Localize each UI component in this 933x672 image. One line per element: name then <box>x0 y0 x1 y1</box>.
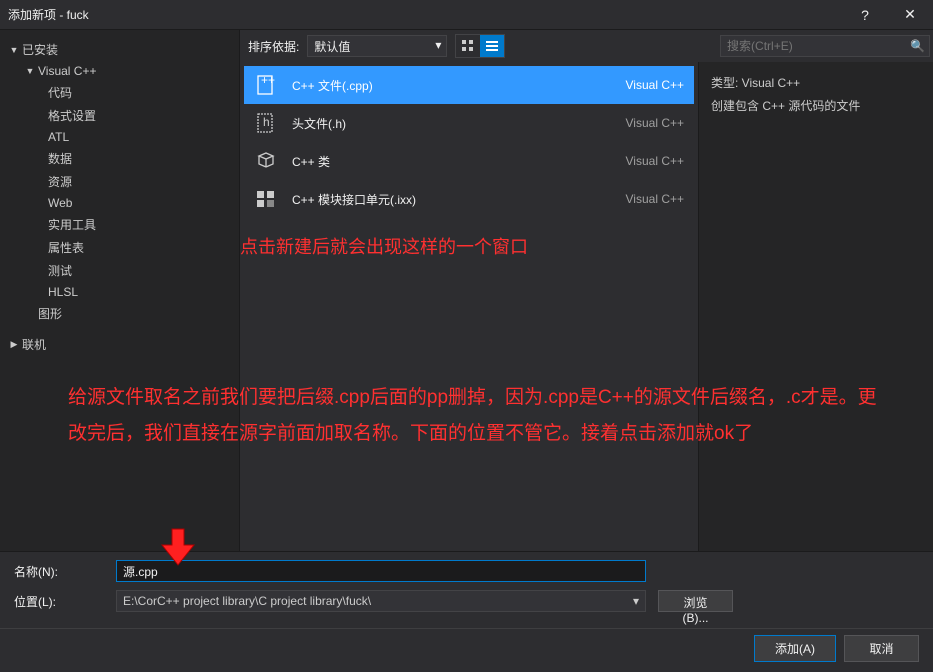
tree-label: 图形 <box>38 305 62 322</box>
template-item-class[interactable]: C++ 类 Visual C++ <box>244 142 694 180</box>
details-panel: 类型: Visual C++ 创建包含 C++ 源代码的文件 <box>698 62 933 551</box>
tree-online[interactable]: ▶ 联机 <box>0 333 239 356</box>
location-dropdown[interactable]: E:\CorC++ project library\C project libr… <box>116 590 646 612</box>
details-desc: 创建包含 C++ 源代码的文件 <box>711 97 921 114</box>
template-name: C++ 模块接口单元(.ixx) <box>292 191 612 208</box>
tree-item-property-sheet[interactable]: 属性表 <box>0 236 239 259</box>
template-name: C++ 文件(.cpp) <box>292 77 612 94</box>
tree-label: 已安装 <box>22 41 58 58</box>
template-name: 头文件(.h) <box>292 115 612 132</box>
cpp-file-icon: ++ <box>254 73 278 97</box>
tree-visual-cpp[interactable]: ▼ Visual C++ <box>0 61 239 81</box>
tree-item-code[interactable]: 代码 <box>0 81 239 104</box>
browse-button[interactable]: 浏览(B)... <box>658 590 733 612</box>
tree-installed[interactable]: ▼ 已安装 <box>0 38 239 61</box>
grid-icon <box>461 39 475 53</box>
cancel-button[interactable]: 取消 <box>844 635 919 662</box>
template-lang: Visual C++ <box>626 192 684 206</box>
view-list-button[interactable] <box>480 35 504 57</box>
view-grid-button[interactable] <box>456 35 480 57</box>
search-icon: 🔍 <box>910 39 925 53</box>
name-row: 名称(N): <box>14 560 919 582</box>
center-toolbar: 排序依据: 默认值 🔍 <box>240 30 933 62</box>
tree-label: Visual C++ <box>38 64 96 78</box>
sort-label: 排序依据: <box>248 38 299 55</box>
details-type: 类型: Visual C++ <box>711 74 921 91</box>
header-file-icon: h <box>254 111 278 135</box>
tree-item-resources[interactable]: 资源 <box>0 170 239 193</box>
footer-buttons: 添加(A) 取消 <box>0 628 933 672</box>
main-area: ▼ 已安装 ▼ Visual C++ 代码 格式设置 ATL 数据 资源 Web… <box>0 30 933 551</box>
help-button[interactable]: ? <box>850 7 880 23</box>
category-sidebar: ▼ 已安装 ▼ Visual C++ 代码 格式设置 ATL 数据 资源 Web… <box>0 30 240 551</box>
sort-dropdown[interactable]: 默认值 <box>307 35 447 57</box>
template-list: ++ C++ 文件(.cpp) Visual C++ h 头文件(.h) Vis… <box>240 62 698 551</box>
add-button[interactable]: 添加(A) <box>754 635 836 662</box>
class-icon <box>254 149 278 173</box>
template-lang: Visual C++ <box>626 116 684 130</box>
template-lang: Visual C++ <box>626 154 684 168</box>
search-wrapper: 🔍 <box>720 35 925 57</box>
window-controls: ? ✕ <box>850 6 925 23</box>
tree-item-data[interactable]: 数据 <box>0 147 239 170</box>
tree-item-format[interactable]: 格式设置 <box>0 104 239 127</box>
tree-item-test[interactable]: 测试 <box>0 259 239 282</box>
svg-text:++: ++ <box>261 74 275 87</box>
template-item-cpp[interactable]: ++ C++ 文件(.cpp) Visual C++ <box>244 66 694 104</box>
center-body: ++ C++ 文件(.cpp) Visual C++ h 头文件(.h) Vis… <box>240 62 933 551</box>
template-item-module[interactable]: C++ 模块接口单元(.ixx) Visual C++ <box>244 180 694 218</box>
bottom-form: 名称(N): 位置(L): E:\CorC++ project library\… <box>0 551 933 628</box>
tree-item-web[interactable]: Web <box>0 193 239 213</box>
template-lang: Visual C++ <box>626 78 684 92</box>
tree-item-utilities[interactable]: 实用工具 <box>0 213 239 236</box>
location-label: 位置(L): <box>14 593 104 610</box>
window-title: 添加新项 - fuck <box>8 6 850 23</box>
template-name: C++ 类 <box>292 153 612 170</box>
module-icon <box>254 187 278 211</box>
template-item-header[interactable]: h 头文件(.h) Visual C++ <box>244 104 694 142</box>
tree-item-hlsl[interactable]: HLSL <box>0 282 239 302</box>
close-button[interactable]: ✕ <box>895 6 925 23</box>
annotation-text-1: 点击新建后就会出现这样的一个窗口 <box>240 230 528 264</box>
tree-item-atl[interactable]: ATL <box>0 127 239 147</box>
search-input[interactable] <box>720 35 930 57</box>
name-label: 名称(N): <box>14 563 104 580</box>
tree-graphics[interactable]: 图形 <box>0 302 239 325</box>
tree-label: 联机 <box>22 336 46 353</box>
view-toggle <box>455 34 505 58</box>
title-bar: 添加新项 - fuck ? ✕ <box>0 0 933 30</box>
location-row: 位置(L): E:\CorC++ project library\C proje… <box>14 590 919 612</box>
list-icon <box>485 39 499 53</box>
svg-text:h: h <box>263 115 270 129</box>
chevron-down-icon: ▼ <box>24 66 36 76</box>
name-input[interactable] <box>116 560 646 582</box>
chevron-right-icon: ▶ <box>8 339 20 350</box>
chevron-down-icon: ▼ <box>8 45 20 55</box>
center-panel: 排序依据: 默认值 🔍 <box>240 30 933 551</box>
